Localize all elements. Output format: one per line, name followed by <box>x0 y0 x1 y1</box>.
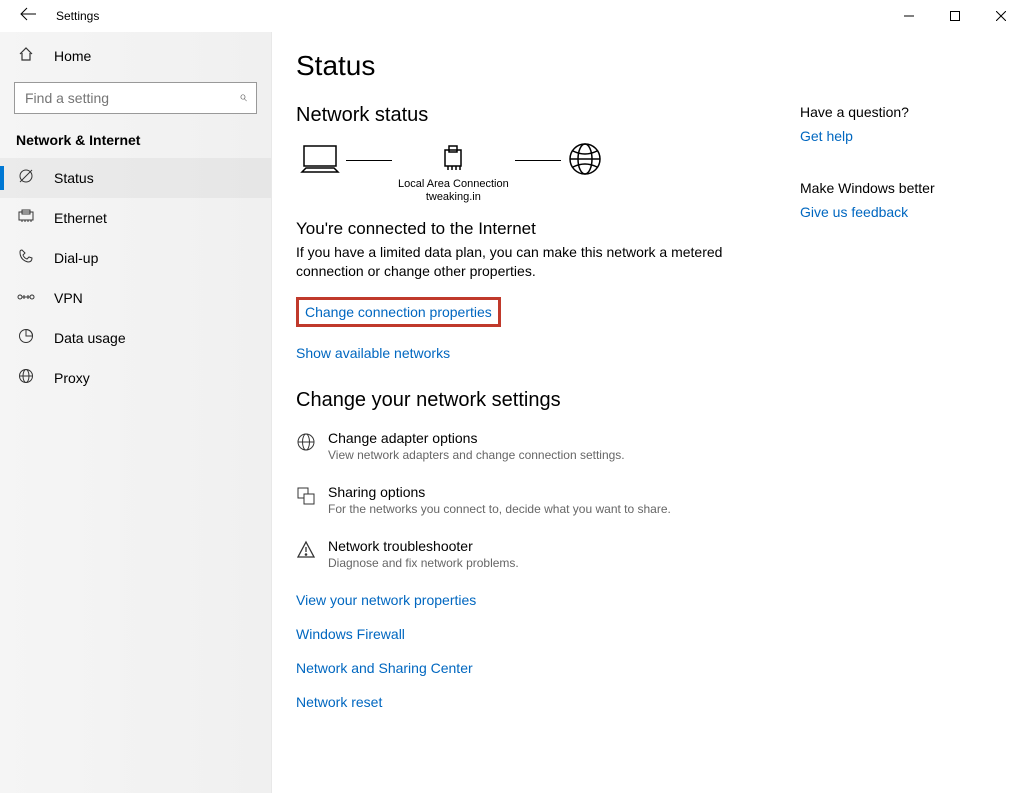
nav-label: Data usage <box>54 330 126 346</box>
nav-label: Proxy <box>54 370 90 386</box>
setting-troubleshooter[interactable]: Network troubleshooter Diagnose and fix … <box>296 538 776 570</box>
datausage-icon <box>16 328 36 348</box>
nav-category: Network & Internet <box>0 124 271 158</box>
setting-adapter-options[interactable]: Change adapter options View network adap… <box>296 430 776 462</box>
close-button[interactable] <box>978 0 1024 32</box>
nav-label: VPN <box>54 290 83 306</box>
network-reset-link[interactable]: Network reset <box>296 694 776 710</box>
setting-title: Network troubleshooter <box>328 538 519 554</box>
nav-dialup[interactable]: Dial-up <box>0 238 271 278</box>
nav-label: Dial-up <box>54 250 98 266</box>
proxy-icon <box>16 368 36 388</box>
pc-icon <box>300 142 340 176</box>
vpn-icon <box>16 290 36 307</box>
nav-datausage[interactable]: Data usage <box>0 318 271 358</box>
windows-firewall-link[interactable]: Windows Firewall <box>296 626 776 642</box>
globe-icon <box>567 141 603 177</box>
setting-sub: Diagnose and fix network problems. <box>328 556 519 570</box>
maximize-button[interactable] <box>932 0 978 32</box>
adapter-icon <box>398 142 509 176</box>
nav-proxy[interactable]: Proxy <box>0 358 271 398</box>
troubleshooter-icon <box>296 538 318 570</box>
network-status-heading: Network status <box>296 104 776 127</box>
home-nav[interactable]: Home <box>0 36 271 76</box>
feedback-heading: Make Windows better <box>800 180 1000 196</box>
adapter-options-icon <box>296 430 318 462</box>
setting-sub: For the networks you connect to, decide … <box>328 502 671 516</box>
window-title: Settings <box>48 9 99 23</box>
connected-description: If you have a limited data plan, you can… <box>296 243 776 281</box>
connection-domain: tweaking.in <box>398 191 509 204</box>
home-icon <box>16 46 36 66</box>
search-icon: ⌕ <box>239 88 247 105</box>
connection-name: Local Area Connection <box>398 178 509 191</box>
sidebar: Home ⌕ Network & Internet Status Etherne… <box>0 32 272 793</box>
setting-title: Sharing options <box>328 484 671 500</box>
get-help-link[interactable]: Get help <box>800 128 1000 144</box>
minimize-button[interactable] <box>886 0 932 32</box>
setting-sharing-options[interactable]: Sharing options For the networks you con… <box>296 484 776 516</box>
nav-label: Status <box>54 170 94 186</box>
page-title: Status <box>296 50 1000 82</box>
question-heading: Have a question? <box>800 104 1000 120</box>
give-feedback-link[interactable]: Give us feedback <box>800 204 1000 220</box>
connected-heading: You're connected to the Internet <box>296 219 776 239</box>
sharing-center-link[interactable]: Network and Sharing Center <box>296 660 776 676</box>
nav-ethernet[interactable]: Ethernet <box>0 198 271 238</box>
highlighted-box: Change connection properties <box>296 297 501 327</box>
ethernet-icon <box>16 209 36 227</box>
change-settings-heading: Change your network settings <box>296 389 776 412</box>
network-diagram: Local Area Connection tweaking.in <box>296 141 776 205</box>
status-icon <box>16 168 36 188</box>
nav-status[interactable]: Status <box>0 158 271 198</box>
show-available-networks-link[interactable]: Show available networks <box>296 345 776 361</box>
setting-title: Change adapter options <box>328 430 625 446</box>
dialup-icon <box>16 248 36 268</box>
back-button[interactable] <box>8 7 48 26</box>
change-connection-properties-link[interactable]: Change connection properties <box>305 304 492 320</box>
setting-sub: View network adapters and change connect… <box>328 448 625 462</box>
sharing-icon <box>296 484 318 516</box>
search-input[interactable] <box>14 82 257 114</box>
nav-vpn[interactable]: VPN <box>0 278 271 318</box>
nav-label: Ethernet <box>54 210 107 226</box>
home-label: Home <box>54 48 91 64</box>
view-properties-link[interactable]: View your network properties <box>296 592 776 608</box>
